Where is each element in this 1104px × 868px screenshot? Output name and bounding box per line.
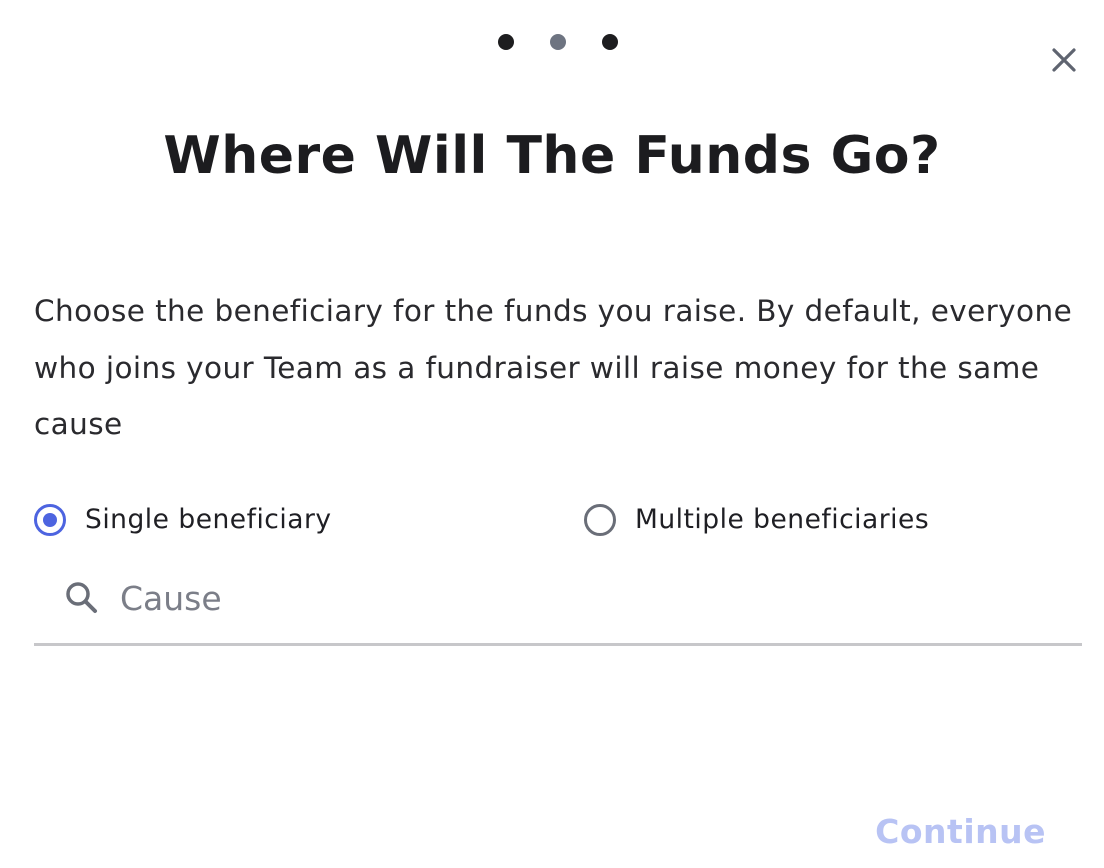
dialog-title: Where Will The Funds Go? [163,126,941,186]
search-icon [64,580,100,616]
multiple-beneficiaries-option[interactable]: Multiple beneficiaries [584,500,929,540]
step-dot-3 [602,34,618,50]
single-beneficiary-radio[interactable] [34,504,66,536]
step-dot-2-current [550,34,566,50]
cause-search [34,568,1082,646]
close-icon [1052,48,1076,72]
single-beneficiary-label: Single beneficiary [85,504,332,535]
cause-search-input[interactable] [120,572,1060,624]
step-dot-1 [498,34,514,50]
continue-button[interactable]: Continue [875,806,1046,858]
close-button[interactable] [1048,44,1080,76]
dialog-description: Choose the beneficiary for the funds you… [34,294,1073,441]
step-indicator [498,34,620,50]
multiple-beneficiaries-label: Multiple beneficiaries [635,504,930,535]
multiple-beneficiaries-radio[interactable] [584,504,616,536]
single-beneficiary-option[interactable]: Single beneficiary [34,500,332,540]
